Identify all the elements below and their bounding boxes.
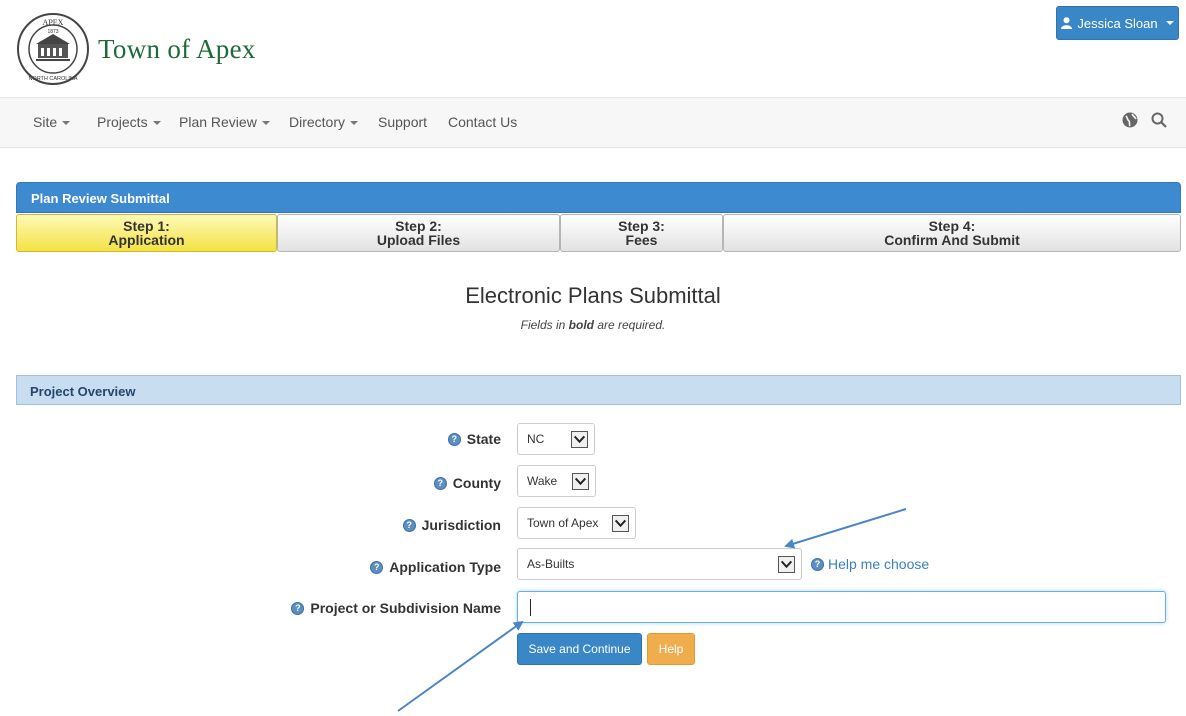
nav-directory[interactable]: Directory — [289, 114, 359, 130]
chevron-down-icon — [152, 121, 161, 125]
main-navbar: Site Projects Plan Review Directory Supp… — [0, 97, 1186, 148]
user-icon — [1061, 17, 1073, 29]
dropdown-arrow-icon — [571, 431, 588, 448]
nav-projects[interactable]: Projects — [97, 114, 161, 130]
application-type-select[interactable]: As-Builts — [517, 548, 802, 580]
step-4-confirm-and-submit[interactable]: Step 4: Confirm And Submit — [723, 214, 1181, 252]
text-cursor — [530, 599, 531, 616]
nav-site[interactable]: Site — [33, 114, 71, 130]
help-button[interactable]: Help — [647, 633, 695, 665]
save-and-continue-button[interactable]: Save and Continue — [517, 633, 642, 665]
dropdown-arrow-icon — [612, 515, 629, 532]
globe-icon[interactable] — [1121, 111, 1139, 129]
county-select[interactable]: Wake — [517, 465, 596, 497]
search-icon[interactable] — [1150, 111, 1168, 129]
arrow-to-application-type — [784, 508, 907, 549]
project-overview-section-title: Project Overview — [16, 375, 1181, 405]
chevron-down-icon — [1165, 21, 1174, 25]
step-2-upload-files[interactable]: Step 2: Upload Files — [277, 214, 560, 252]
page-root: APEX 1873 NORTH CAROLINA Town of Apex Je… — [0, 0, 1186, 716]
project-name-label: ? Project or Subdivision Name — [291, 600, 501, 616]
dropdown-arrow-icon — [572, 473, 589, 490]
user-menu-button[interactable]: Jessica Sloan — [1056, 6, 1179, 40]
user-menu-label: Jessica Sloan — [1077, 15, 1158, 31]
jurisdiction-select[interactable]: Town of Apex — [517, 507, 636, 539]
svg-text:1873: 1873 — [47, 29, 58, 35]
help-icon[interactable]: ? — [291, 601, 305, 615]
svg-text:APEX: APEX — [43, 18, 64, 27]
step-1-application[interactable]: Step 1: Application — [16, 214, 277, 252]
state-label: ? State — [447, 431, 501, 447]
help-me-choose-link[interactable]: ? Help me choose — [811, 556, 929, 572]
svg-text:NORTH CAROLINA: NORTH CAROLINA — [28, 76, 77, 82]
step-3-fees[interactable]: Step 3: Fees — [560, 214, 723, 252]
help-icon[interactable]: ? — [402, 518, 416, 532]
help-icon[interactable]: ? — [447, 432, 461, 446]
site-brand-title[interactable]: Town of Apex — [98, 34, 256, 65]
plan-review-panel-title: Plan Review Submittal — [16, 182, 1181, 213]
project-name-input[interactable] — [517, 591, 1166, 623]
nav-contact-us[interactable]: Contact Us — [448, 114, 517, 130]
application-type-label: ? Application Type — [370, 559, 501, 575]
chevron-down-icon — [350, 121, 359, 125]
dropdown-arrow-icon — [778, 556, 795, 573]
page-title: Electronic Plans Submittal — [465, 283, 721, 308]
required-fields-note: Fields in bold are required. — [520, 318, 666, 332]
county-label: ? County — [433, 475, 501, 491]
arrow-to-project-name — [397, 620, 524, 712]
chevron-down-icon — [261, 121, 270, 125]
chevron-down-icon — [62, 121, 71, 125]
nav-plan-review[interactable]: Plan Review — [179, 114, 270, 130]
help-icon: ? — [811, 557, 824, 571]
town-seal-logo[interactable]: APEX 1873 NORTH CAROLINA — [16, 12, 90, 86]
help-icon[interactable]: ? — [433, 476, 447, 490]
help-icon[interactable]: ? — [370, 560, 384, 574]
jurisdiction-label: ? Jurisdiction — [402, 517, 501, 533]
nav-support[interactable]: Support — [378, 114, 427, 130]
state-select[interactable]: NC — [517, 423, 595, 455]
